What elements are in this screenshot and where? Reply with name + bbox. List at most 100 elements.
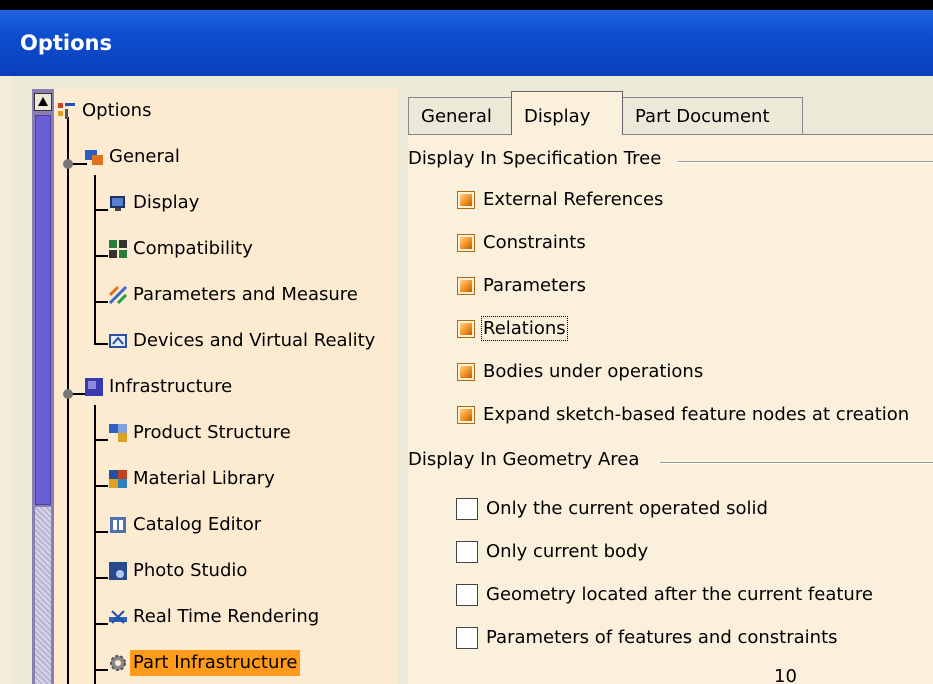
tree-item-infrastructure[interactable]: Infrastructure — [84, 374, 235, 400]
checkbox-geometry-located-after-current-feature[interactable]: Geometry located after the current featu… — [456, 582, 873, 608]
option-label: Parameters — [483, 275, 587, 296]
scroll-thumb[interactable] — [35, 115, 51, 505]
tree-line — [94, 485, 108, 487]
tree-item-label: Product Structure — [133, 422, 291, 443]
tree-item-label: Real Time Rendering — [133, 606, 320, 627]
checkbox-bodies-under-operations[interactable]: Bodies under operations — [458, 359, 703, 385]
general-icon — [84, 147, 104, 167]
tree-line — [94, 405, 96, 684]
tree-item-label: Parameters and Measure — [133, 284, 358, 305]
option-label: Only current body — [486, 541, 649, 562]
tree-line — [94, 175, 96, 343]
checkbox-constraints[interactable]: Constraints — [458, 230, 586, 256]
checkbox-only-current-body[interactable]: Only current body — [456, 539, 648, 565]
checkbox-external-references[interactable]: External References — [458, 187, 663, 213]
checkbox-unchecked-icon — [456, 498, 478, 520]
tree-line — [94, 669, 108, 671]
tab-label: Part Document — [635, 106, 770, 127]
real-time-rendering-icon — [108, 607, 128, 627]
scroll-track[interactable] — [35, 507, 51, 684]
tree-line — [67, 117, 69, 684]
checkbox-checked-icon — [458, 321, 474, 337]
product-structure-icon — [108, 423, 128, 443]
checkbox-checked-icon — [458, 235, 474, 251]
checkbox-expand-sketch-based-feature-nodes[interactable]: Expand sketch-based feature nodes at cre… — [458, 402, 909, 428]
checkbox-unchecked-icon — [456, 627, 478, 649]
checkbox-unchecked-icon — [456, 541, 478, 563]
dialog-body: Options General Display Compatibility Pa… — [12, 76, 933, 684]
checkbox-parameters-of-features-and-constraints[interactable]: Parameters of features and constraints — [456, 625, 838, 651]
tree-item-label: Material Library — [133, 468, 275, 489]
tree-item-label: Photo Studio — [133, 560, 248, 581]
tree-item-label: Infrastructure — [109, 376, 233, 397]
option-label: Only the current operated solid — [486, 498, 768, 519]
options-tree: Options General Display Compatibility Pa… — [32, 89, 398, 684]
option-label: Parameters of features and constraints — [486, 627, 838, 648]
scroll-up-arrow-icon[interactable] — [34, 93, 52, 111]
window-title: Options — [20, 31, 112, 55]
tree-item-part-infrastructure[interactable]: Part Infrastructure — [108, 650, 301, 676]
tree-item-photo-studio[interactable]: Photo Studio — [108, 558, 250, 584]
expand-toggle-icon[interactable] — [63, 389, 73, 399]
options-dialog: Options Options General Display Compatib… — [0, 0, 933, 684]
checkbox-parameters[interactable]: Parameters — [458, 273, 586, 299]
tree-item-label: Compatibility — [133, 238, 253, 259]
checkbox-checked-icon — [458, 278, 474, 294]
tree-item-parameters-and-measure[interactable]: Parameters and Measure — [108, 282, 361, 308]
option-label: Constraints — [483, 232, 586, 253]
checkbox-relations[interactable]: Relations — [458, 316, 568, 342]
tree-item-label: General — [109, 146, 180, 167]
tab-label: General — [421, 106, 492, 127]
options-tree-icon — [57, 101, 77, 121]
tree-item-label: Part Infrastructure — [130, 650, 301, 676]
title-bar[interactable]: Options — [0, 10, 933, 76]
checkbox-checked-icon — [458, 192, 474, 208]
tree-line — [94, 531, 108, 533]
tree-line — [94, 577, 108, 579]
tab-label: Display — [524, 106, 591, 127]
tree-item-options-root[interactable]: Options — [57, 98, 154, 124]
checkbox-only-current-operated-solid[interactable]: Only the current operated solid — [456, 496, 768, 522]
tab-part-document[interactable]: Part Document — [622, 97, 803, 135]
expand-toggle-icon[interactable] — [63, 159, 73, 169]
tree-item-compatibility[interactable]: Compatibility — [108, 236, 256, 262]
material-library-icon — [108, 469, 128, 489]
tab-display[interactable]: Display — [511, 91, 623, 135]
tree-item-real-time-rendering[interactable]: Real Time Rendering — [108, 604, 322, 630]
tree-item-general[interactable]: General — [84, 144, 183, 170]
group-separator — [678, 161, 933, 163]
tree-item-label: Display — [133, 192, 200, 213]
display-tab-panel: Display In Specification Tree External R… — [408, 134, 933, 684]
checkbox-checked-icon — [458, 407, 474, 423]
group-separator — [660, 462, 933, 464]
tree-line — [94, 439, 108, 441]
tree-item-label: Catalog Editor — [133, 514, 262, 535]
geometry-area-group-title: Display In Geometry Area — [408, 449, 648, 470]
photo-studio-icon — [108, 561, 128, 581]
tree-line — [94, 343, 108, 345]
option-label: Geometry located after the current featu… — [486, 584, 873, 605]
tree-line — [94, 301, 108, 303]
checkbox-checked-icon — [458, 364, 474, 380]
tab-general[interactable]: General — [408, 97, 512, 135]
partial-value: 10 — [774, 666, 797, 684]
option-label: Relations — [481, 316, 568, 341]
tree-item-devices-and-virtual-reality[interactable]: Devices and Virtual Reality — [108, 328, 378, 354]
tree-item-display[interactable]: Display — [108, 190, 202, 216]
tree-item-material-library[interactable]: Material Library — [108, 466, 278, 492]
tree-scrollbar[interactable] — [32, 89, 54, 684]
tree-item-catalog-editor[interactable]: Catalog Editor — [108, 512, 264, 538]
screen-edge — [0, 0, 933, 10]
tree-line — [94, 623, 108, 625]
compatibility-icon — [108, 239, 128, 259]
infrastructure-icon — [84, 377, 104, 397]
tree-line — [94, 209, 108, 211]
tree-line — [94, 255, 108, 257]
option-label: Bodies under operations — [483, 361, 704, 382]
parameters-measure-icon — [108, 285, 128, 305]
checkbox-unchecked-icon — [456, 584, 478, 606]
display-icon — [108, 193, 128, 213]
gear-icon — [108, 653, 128, 673]
tree-item-product-structure[interactable]: Product Structure — [108, 420, 294, 446]
devices-vr-icon — [108, 331, 128, 351]
